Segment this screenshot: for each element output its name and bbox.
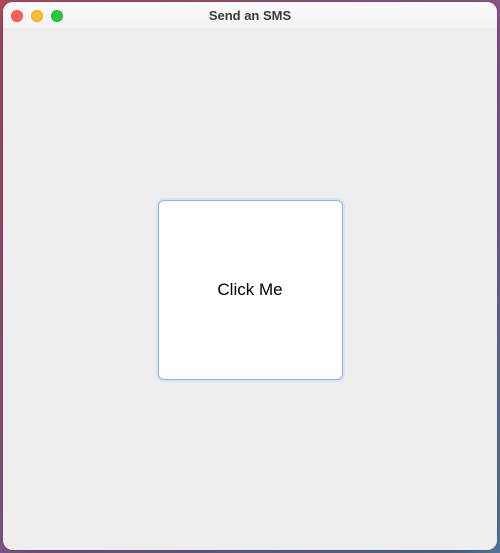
maximize-icon[interactable] (51, 10, 63, 22)
close-icon[interactable] (11, 10, 23, 22)
button-label: Click Me (217, 280, 282, 300)
window-title: Send an SMS (3, 8, 497, 23)
app-window: Send an SMS Click Me (3, 2, 497, 550)
titlebar: Send an SMS (3, 2, 497, 30)
content-area: Click Me (3, 30, 497, 550)
click-me-button[interactable]: Click Me (158, 200, 343, 380)
traffic-lights (11, 10, 63, 22)
minimize-icon[interactable] (31, 10, 43, 22)
